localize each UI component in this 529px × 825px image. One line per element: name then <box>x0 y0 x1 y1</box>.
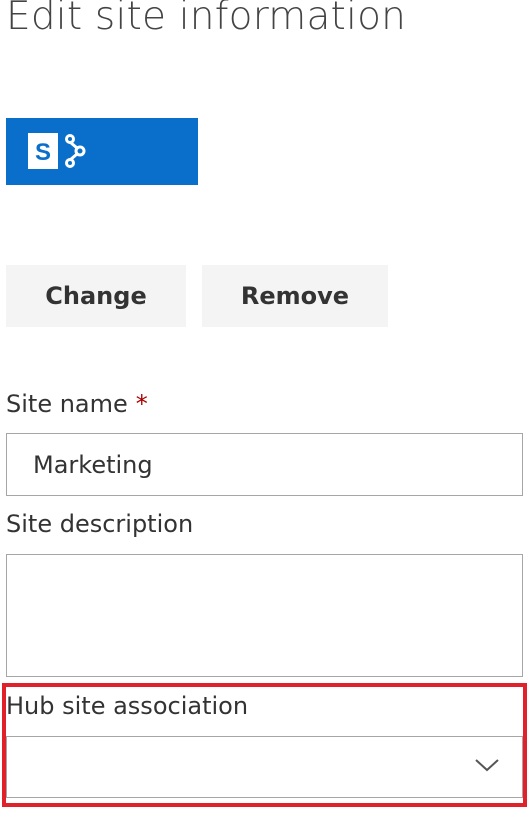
site-name-label-text: Site name <box>6 390 128 418</box>
required-marker: * <box>135 390 148 418</box>
hub-site-association-label: Hub site association <box>6 692 249 720</box>
sharepoint-logo-icon: S <box>28 133 86 169</box>
change-logo-button[interactable]: Change <box>6 265 186 327</box>
logo-letter: S <box>35 139 51 166</box>
site-name-input[interactable]: Marketing <box>6 433 523 496</box>
chevron-down-icon[interactable] <box>474 757 500 773</box>
hub-site-association-dropdown[interactable] <box>6 736 523 798</box>
site-logo: S <box>6 118 198 185</box>
page-title: Edit site information <box>6 0 407 39</box>
site-name-label: Site name * <box>6 390 148 418</box>
site-name-value: Marketing <box>33 450 153 479</box>
site-description-input[interactable] <box>6 554 523 677</box>
remove-logo-button[interactable]: Remove <box>202 265 388 327</box>
site-description-label: Site description <box>6 510 194 538</box>
